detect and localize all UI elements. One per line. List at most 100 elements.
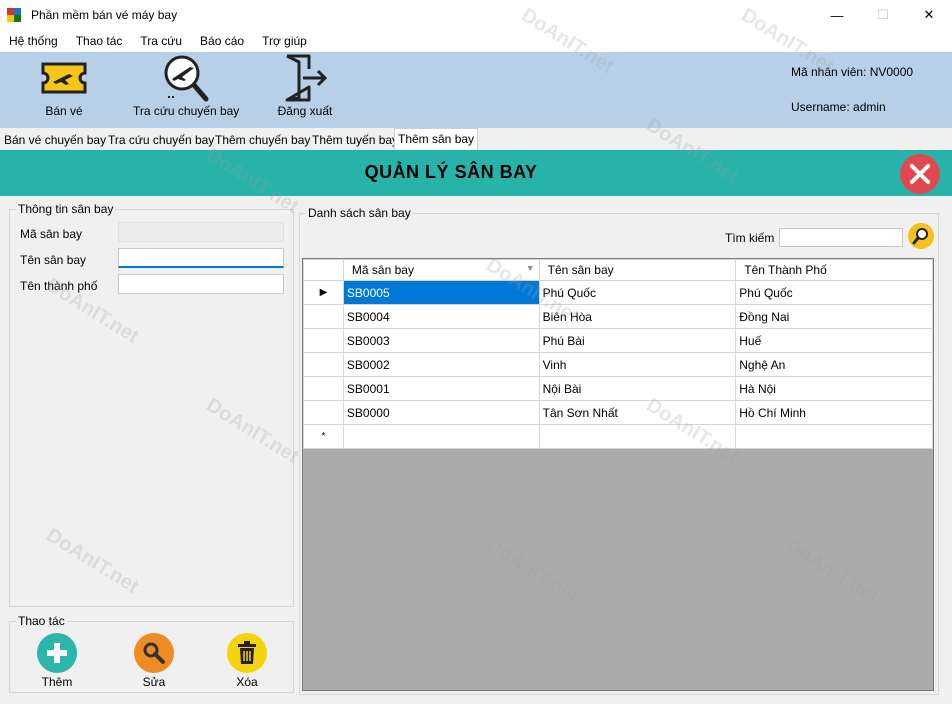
tab-ban-ve[interactable]: Bán vé chuyến bay: [1, 130, 109, 150]
tab-tra-cuu[interactable]: Tra cứu chuyến bay: [105, 130, 217, 150]
cell-city[interactable]: Nghệ An: [735, 352, 933, 377]
cell-city[interactable]: Đồng Nai: [735, 304, 933, 329]
column-header-city[interactable]: Tên Thành Phố: [735, 259, 933, 281]
cell-name[interactable]: [538, 424, 737, 449]
sell-ticket-button[interactable]: Bán vé: [36, 54, 92, 118]
sell-ticket-label: Bán vé: [45, 104, 83, 118]
wrench-icon: [134, 633, 174, 673]
row-header: [303, 376, 344, 401]
employee-id: Mã nhân viên: NV0000: [791, 65, 914, 79]
plus-icon: [37, 633, 77, 673]
airport-name-field[interactable]: [118, 248, 284, 268]
delete-button[interactable]: Xóa: [227, 633, 267, 689]
cell-name[interactable]: Tân Sơn Nhất: [538, 400, 737, 425]
app-icon: [7, 8, 21, 22]
city-name-label: Tên thành phố: [20, 279, 98, 293]
search-button[interactable]: [908, 223, 934, 249]
table-row[interactable]: SB0003 Phú Bài Huế: [303, 328, 933, 353]
table-row[interactable]: SB0000 Tân Sơn Nhất Hồ Chí Minh: [303, 400, 933, 425]
title-bar: Phần mềm bán vé máy bay — ☐ ✕: [0, 0, 952, 30]
search-input[interactable]: [779, 228, 903, 247]
logout-label: Đăng xuất: [277, 104, 333, 118]
delete-label: Xóa: [236, 675, 258, 689]
sort-arrow-icon: ▼: [525, 263, 535, 273]
edit-button[interactable]: Sửa: [134, 633, 174, 689]
table-row[interactable]: SB0002 Vinh Nghệ An: [303, 352, 933, 377]
menu-thao-tac[interactable]: Thao tác: [67, 30, 132, 52]
search-flight-icon: [158, 54, 214, 102]
cell-code[interactable]: SB0003: [342, 328, 540, 353]
cell-name[interactable]: Phú Bài: [538, 328, 737, 353]
row-header: [303, 328, 344, 353]
username: Username: admin: [791, 100, 886, 114]
logout-button[interactable]: Đăng xuất: [277, 54, 333, 118]
cell-name[interactable]: Vinh: [538, 352, 737, 377]
close-icon: [910, 164, 930, 184]
ticket-icon: [36, 54, 92, 102]
airport-list-legend: Danh sách sân bay: [306, 206, 413, 220]
menu-tro-giup[interactable]: Trợ giúp: [253, 30, 316, 52]
tab-strip: Bán vé chuyến bay Tra cứu chuyến bay Thê…: [0, 128, 952, 150]
cell-code[interactable]: SB0001: [342, 376, 540, 401]
column-header-name[interactable]: Tên sân bay: [538, 259, 737, 281]
grid-corner: [303, 259, 344, 281]
row-header: [303, 352, 344, 377]
search-flight-label: Tra cứu chuyến bay: [133, 104, 240, 118]
grid-header-row: Mã sân bay ▼ Tên sân bay Tên Thành Phố: [303, 259, 933, 281]
table-row[interactable]: SB0004 Biên Hòa Đồng Nai: [303, 304, 933, 329]
close-window-button[interactable]: ✕: [906, 0, 952, 30]
column-header-code[interactable]: Mã sân bay ▼: [342, 259, 540, 281]
table-row[interactable]: ▶ SB0005 Phú Quốc Phú Quốc: [303, 280, 933, 305]
search-flight-button[interactable]: Tra cứu chuyến bay: [133, 54, 239, 118]
tab-them-chuyen-bay[interactable]: Thêm chuyến bay: [212, 130, 313, 150]
new-row[interactable]: *: [303, 424, 933, 449]
cell-code[interactable]: SB0005: [342, 280, 540, 305]
toolbar: Bán vé Tra cứu chuyến bay Đăng xuất Mã n…: [0, 52, 952, 128]
airport-name-label: Tên sân bay: [20, 253, 87, 267]
logout-icon: [277, 54, 333, 102]
city-name-field[interactable]: [118, 274, 284, 294]
cell-code[interactable]: SB0002: [342, 352, 540, 377]
edit-label: Sửa: [142, 675, 166, 689]
cell-city[interactable]: [735, 424, 933, 449]
cell-name[interactable]: Nội Bài: [538, 376, 737, 401]
column-header-code-label: Mã sân bay: [351, 263, 414, 277]
cell-code[interactable]: SB0000: [342, 400, 540, 425]
cell-name[interactable]: Biên Hòa: [538, 304, 737, 329]
airport-info-group: Thông tin sân bay: [9, 202, 294, 607]
new-row-indicator: *: [303, 424, 344, 449]
airport-code-field: [118, 222, 284, 242]
cell-name[interactable]: Phú Quốc: [538, 280, 737, 305]
row-header: [303, 304, 344, 329]
airport-info-legend: Thông tin sân bay: [16, 202, 116, 216]
minimize-button[interactable]: —: [814, 0, 860, 30]
page-title: QUẢN LÝ SÂN BAY: [364, 162, 538, 182]
tab-them-tuyen-bay[interactable]: Thêm tuyến bay: [309, 130, 401, 150]
airport-code-label: Mã sân bay: [20, 227, 83, 241]
tab-them-san-bay[interactable]: Thêm sân bay: [394, 128, 479, 150]
close-form-button[interactable]: [900, 154, 940, 194]
menu-bao-cao[interactable]: Báo cáo: [191, 30, 253, 52]
search-label: Tìm kiếm: [725, 231, 775, 245]
airport-grid[interactable]: Mã sân bay ▼ Tên sân bay Tên Thành Phố ▶ …: [302, 258, 934, 691]
menu-bar: Hệ thống Thao tác Tra cứu Báo cáo Trợ gi…: [0, 30, 952, 52]
cell-code[interactable]: SB0004: [342, 304, 540, 329]
current-row-indicator: ▶: [303, 280, 344, 305]
trash-icon: [227, 633, 267, 673]
table-row[interactable]: SB0001 Nội Bài Hà Nội: [303, 376, 933, 401]
search-icon: [912, 228, 928, 245]
cell-city[interactable]: Huế: [735, 328, 933, 353]
cell-city[interactable]: Hà Nội: [735, 376, 933, 401]
menu-tra-cuu[interactable]: Tra cứu: [131, 30, 191, 52]
header-banner: QUẢN LÝ SÂN BAY: [0, 150, 952, 196]
cell-city[interactable]: Phú Quốc: [735, 280, 933, 305]
row-header: [303, 400, 344, 425]
maximize-button: ☐: [877, 7, 889, 22]
cell-city[interactable]: Hồ Chí Minh: [735, 400, 933, 425]
actions-legend: Thao tác: [16, 614, 67, 628]
window-title: Phần mềm bán vé máy bay: [31, 8, 178, 22]
add-button[interactable]: Thêm: [37, 633, 77, 689]
cell-code[interactable]: [342, 424, 540, 449]
add-label: Thêm: [41, 675, 73, 689]
menu-he-thong[interactable]: Hệ thống: [0, 30, 67, 52]
